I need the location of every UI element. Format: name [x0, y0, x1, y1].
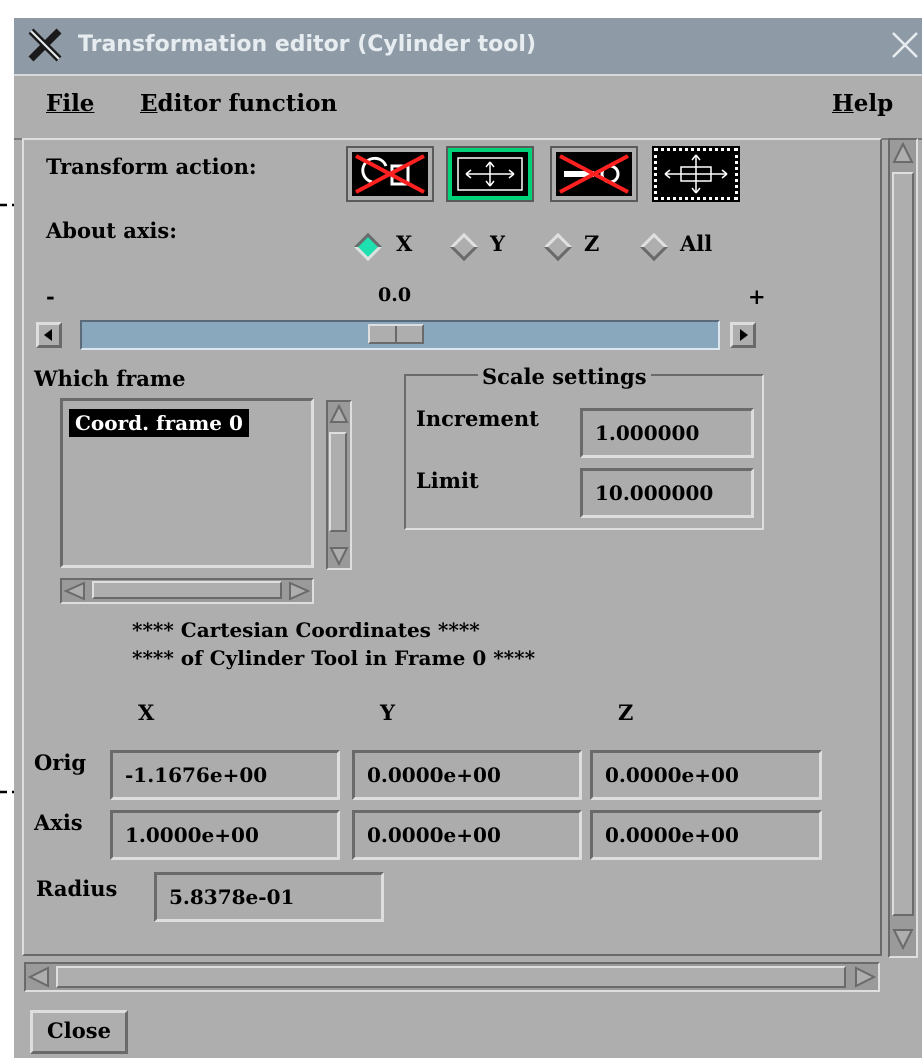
frame-list-item-selected[interactable]: Coord. frame 0: [69, 409, 249, 437]
col-x-header: X: [138, 700, 155, 725]
close-button[interactable]: Close: [30, 1010, 128, 1054]
slider-plus-label: +: [748, 284, 766, 309]
scroll-up-arrow-icon[interactable]: [892, 142, 914, 166]
move-axis-action-button[interactable]: [652, 146, 740, 202]
increment-label: Increment: [416, 406, 539, 431]
scroll-down-arrow-icon[interactable]: [892, 926, 914, 950]
col-z-header: Z: [618, 700, 634, 725]
increment-field[interactable]: 1.000000: [580, 408, 754, 458]
value-slider-thumb[interactable]: [368, 324, 424, 344]
title-bar: Transformation editor (Cylinder tool): [14, 18, 922, 74]
frame-list-hscroll-thumb[interactable]: [92, 581, 282, 599]
move-axis-icon: [664, 154, 728, 194]
menu-file[interactable]: File: [46, 90, 94, 117]
rotate-disabled-icon: [355, 154, 425, 194]
slider-value: 0.0: [378, 284, 412, 306]
transform-action-label: Transform action:: [46, 154, 257, 179]
frame-list[interactable]: Coord. frame 0: [60, 398, 314, 568]
radius-label: Radius: [36, 876, 118, 901]
orig-x-field[interactable]: -1.1676e+00: [110, 750, 340, 800]
axis-z-field[interactable]: 0.0000e+00: [590, 810, 822, 860]
axis-x-field[interactable]: 1.0000e+00: [110, 810, 340, 860]
x-window-logo-icon[interactable]: [28, 28, 62, 62]
about-axis-label: About axis:: [46, 218, 177, 243]
orig-label: Orig: [34, 750, 87, 775]
scroll-right-arrow-icon[interactable]: [852, 966, 876, 988]
panel-hscroll-thumb[interactable]: [56, 966, 846, 988]
radio-z-label[interactable]: Z: [584, 231, 599, 256]
panel-hscroll[interactable]: [24, 962, 880, 992]
scale-action-button[interactable]: [550, 146, 638, 202]
panel-vscroll[interactable]: [888, 138, 918, 958]
window-title: Transformation editor (Cylinder tool): [78, 32, 536, 57]
orig-y-field[interactable]: 0.0000e+00: [352, 750, 582, 800]
scroll-left-arrow-icon[interactable]: [28, 966, 52, 988]
menu-help[interactable]: Help: [832, 90, 893, 117]
rotate-action-button[interactable]: [346, 146, 434, 202]
close-window-icon[interactable]: [890, 30, 920, 60]
triangle-left-icon: [44, 329, 52, 341]
slider-increment-button[interactable]: [730, 322, 756, 348]
radio-all-label[interactable]: All: [680, 231, 712, 256]
scroll-right-arrow-icon[interactable]: [286, 581, 310, 601]
scale-settings-title: Scale settings: [478, 364, 651, 389]
col-y-header: Y: [380, 700, 395, 725]
radius-field[interactable]: 5.8378e-01: [154, 872, 384, 922]
limit-label: Limit: [416, 468, 479, 493]
slider-minus-label: -: [46, 284, 55, 309]
coords-header-line1: **** Cartesian Coordinates ****: [132, 618, 480, 642]
menu-editor-function[interactable]: Editor function: [140, 90, 337, 117]
value-slider-track[interactable]: [80, 320, 720, 350]
frame-list-hscroll[interactable]: [60, 578, 314, 604]
scroll-up-arrow-icon[interactable]: [329, 404, 349, 426]
triangle-right-icon: [740, 329, 748, 341]
scroll-down-arrow-icon[interactable]: [329, 544, 349, 566]
radio-x-label[interactable]: X: [396, 231, 412, 256]
transformation-editor-window: Transformation editor (Cylinder tool) Fi…: [14, 18, 922, 1058]
slider-decrement-button[interactable]: [36, 322, 62, 348]
coords-header-line2: **** of Cylinder Tool in Frame 0 ****: [132, 646, 536, 670]
axis-y-field[interactable]: 0.0000e+00: [352, 810, 582, 860]
panel-vscroll-thumb[interactable]: [892, 172, 914, 916]
scroll-left-arrow-icon[interactable]: [64, 581, 88, 601]
radio-y-label[interactable]: Y: [490, 231, 505, 256]
which-frame-label: Which frame: [34, 366, 186, 391]
orig-z-field[interactable]: 0.0000e+00: [590, 750, 822, 800]
frame-list-vscroll-thumb[interactable]: [329, 432, 347, 532]
axis-label: Axis: [34, 810, 83, 835]
translate-icon: [457, 157, 523, 191]
thumb-grip: [395, 326, 397, 342]
limit-field[interactable]: 10.000000: [580, 468, 754, 518]
menu-bar: File Editor function Help: [14, 74, 922, 140]
translate-action-button[interactable]: [446, 146, 534, 202]
frame-list-vscroll[interactable]: [326, 400, 352, 570]
scale-disabled-icon: [559, 154, 629, 194]
